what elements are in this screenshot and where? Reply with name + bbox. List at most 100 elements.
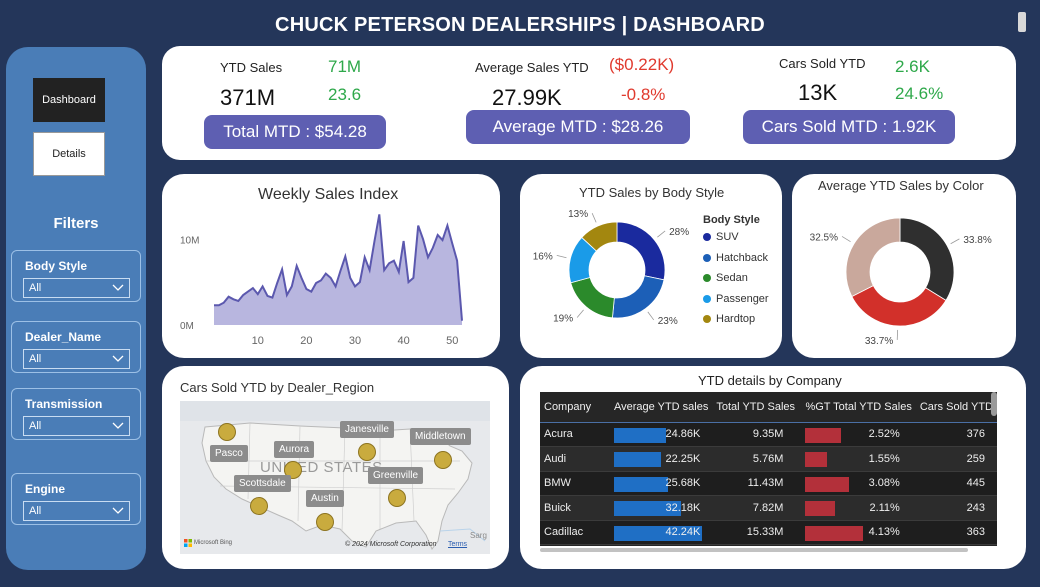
leader-line	[950, 238, 960, 245]
legend-color-swatch	[703, 233, 711, 241]
ytd-sales-delta: 71M	[328, 57, 362, 76]
details-nav-button[interactable]: Details	[33, 132, 105, 176]
cars-sold-cell: 445	[915, 471, 997, 496]
weekly-sales-chart: 10 20 30 40 50 0M 10M	[180, 214, 463, 347]
area-fill	[214, 214, 462, 325]
donut-slice[interactable]	[616, 221, 666, 281]
map-terms-link[interactable]: Terms	[448, 541, 467, 548]
cars-sold-delta: 2.6K	[895, 57, 930, 76]
column-header-total-ytd-sales[interactable]: Total YTD Sales	[712, 392, 802, 423]
dealer-region-map-card: Cars Sold YTD by Dealer_Region UNITED ST…	[162, 366, 509, 569]
table-row[interactable]: Acura 24.86K 9.35M 2.52% 376	[540, 422, 997, 447]
leader-line	[576, 309, 584, 318]
filter-label: Body Style	[25, 259, 88, 273]
table-vertical-scrollbar[interactable]	[991, 392, 997, 416]
cars-sold-label: Cars Sold YTD	[779, 56, 866, 71]
filter-label: Dealer_Name	[25, 330, 102, 344]
company-cell: Audi	[540, 446, 610, 472]
map-label-austin: Austin	[306, 490, 344, 507]
total-mtd-badge: Total MTD : $54.28	[204, 115, 386, 149]
column-header-pct-gt-total[interactable]: %GT Total YTD Sales	[801, 392, 916, 423]
kpi-panel: YTD Sales 371M 71M 23.6 Total MTD : $54.…	[162, 46, 1016, 160]
company-table[interactable]: Company Average YTD sales Total YTD Sale…	[540, 392, 997, 546]
filter-label: Transmission	[25, 397, 103, 411]
donut-slice[interactable]	[845, 217, 901, 298]
dropdown-value: All	[29, 282, 42, 294]
leader-line	[556, 254, 567, 259]
slice-value-label: 32.5%	[810, 232, 838, 243]
donut-slice[interactable]	[851, 285, 947, 327]
pct-total-cell: 3.08%	[801, 471, 916, 496]
slice-value-label: 28%	[669, 227, 689, 238]
cars-sold-cell: 363	[915, 520, 997, 545]
map-bubble-austin[interactable]	[316, 513, 334, 531]
leader-line	[657, 230, 666, 238]
map-bubble-greenville[interactable]	[388, 489, 406, 507]
map-bubble-janesville[interactable]	[358, 443, 376, 461]
bing-label: Microsoft Bing	[194, 540, 233, 546]
engine-dropdown[interactable]: All	[23, 501, 130, 521]
ytd-sales-value: 371M	[220, 85, 276, 110]
body-style-dropdown[interactable]: All	[23, 278, 130, 298]
legend-item[interactable]: Hatchback	[703, 252, 768, 264]
map-label-pasco: Pasco	[210, 445, 248, 462]
table-row[interactable]: BMW 25.68K 11.43M 3.08% 445	[540, 471, 997, 496]
x-tick-label: 30	[349, 335, 361, 347]
cell-value: 25.68K	[665, 477, 701, 490]
cell-value: 2.11%	[869, 501, 900, 514]
table-horizontal-scrollbar[interactable]	[540, 548, 968, 552]
map-label-scottsdale: Scottsdale	[234, 475, 291, 492]
avg-sales-growth: -0.8%	[621, 85, 666, 104]
cell-value: 24.86K	[665, 428, 701, 441]
total-sales-cell: 11.43M	[712, 471, 802, 496]
map-bubble-pasco[interactable]	[218, 423, 236, 441]
legend-item[interactable]: Sedan	[703, 272, 748, 284]
cars-sold-cell: 259	[915, 446, 997, 472]
filter-engine: Engine All	[11, 473, 141, 525]
x-tick-label: 10	[252, 335, 264, 347]
scrollbar-thumb[interactable]	[1018, 12, 1026, 32]
legend-color-swatch	[703, 294, 711, 303]
total-sales-cell: 9.35M	[712, 422, 802, 447]
dealer-name-dropdown[interactable]: All	[23, 349, 130, 369]
body-style-donut: 28% 23% 19% 16% 13%	[533, 209, 690, 327]
country-label: UNITED STATES	[260, 459, 383, 476]
chevron-down-icon	[112, 284, 124, 291]
avg-sales-cell: 25.68K	[609, 471, 713, 496]
dropdown-value: All	[29, 353, 42, 365]
table-row[interactable]: Cadillac 42.24K 15.33M 4.13% 363	[540, 520, 997, 545]
company-cell: BMW	[540, 471, 610, 496]
legend-item[interactable]: SUV	[703, 231, 739, 243]
column-header-average-ytd-sales[interactable]: Average YTD sales	[609, 392, 713, 423]
total-sales-cell: 15.33M	[712, 520, 802, 545]
average-mtd-badge: Average MTD : $28.26	[466, 110, 690, 144]
company-cell: Buick	[540, 495, 610, 521]
dealer-region-map[interactable]: UNITED STATES Pasco Aurora Janesville Mi…	[180, 401, 490, 554]
slice-value-label: 16%	[533, 251, 553, 262]
column-header-cars-sold[interactable]: Cars Sold YTD	[915, 392, 997, 423]
sidebar: Dashboard Details Filters Body Style All…	[6, 47, 146, 570]
donut-slice[interactable]	[570, 276, 615, 319]
table-row[interactable]: Buick 32.18K 7.82M 2.11% 243	[540, 495, 997, 521]
donut-slice[interactable]	[899, 217, 955, 301]
slice-value-label: 33.7%	[865, 336, 893, 347]
legend-item[interactable]: Passenger	[703, 293, 769, 305]
pct-total-cell: 2.11%	[801, 495, 916, 521]
dashboard-nav-button[interactable]: Dashboard	[33, 78, 105, 122]
avg-sales-label: Average Sales YTD	[475, 60, 589, 75]
bing-attribution: Microsoft Bing	[184, 539, 232, 547]
donut-slice[interactable]	[612, 275, 665, 319]
map-bubble-middletown[interactable]	[434, 451, 452, 469]
transmission-dropdown[interactable]: All	[23, 416, 130, 436]
map-bubble-scottsdale[interactable]	[250, 497, 268, 515]
legend-label: Sedan	[716, 272, 748, 284]
column-header-company[interactable]: Company	[540, 392, 610, 423]
legend-title: Body Style	[703, 214, 760, 226]
filter-label: Engine	[25, 482, 66, 496]
pct-total-cell: 2.52%	[801, 422, 916, 447]
map-label-greenville: Greenville	[368, 467, 424, 484]
x-tick-label: 20	[300, 335, 312, 347]
cars-sold-mtd-badge: Cars Sold MTD : 1.92K	[743, 110, 955, 144]
table-row[interactable]: Audi 22.25K 5.76M 1.55% 259	[540, 446, 997, 472]
legend-item[interactable]: Hardtop	[703, 313, 755, 325]
